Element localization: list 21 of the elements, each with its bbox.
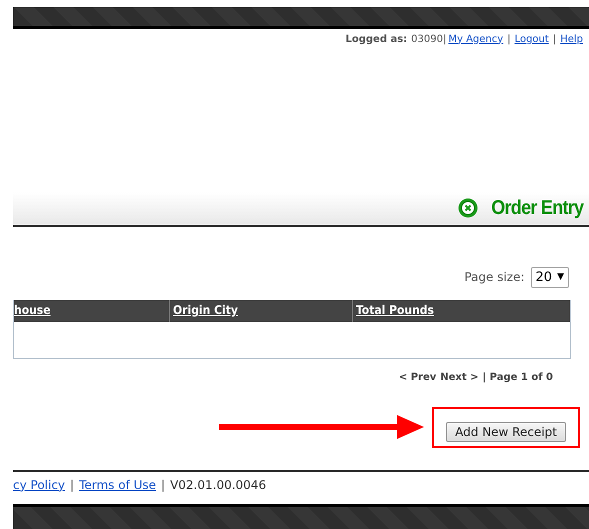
- pager-link[interactable]: < Prev: [398, 372, 436, 383]
- account-link[interactable]: Logout: [514, 34, 549, 45]
- add-receipt-button[interactable]: Add New Receipt: [446, 422, 566, 442]
- page-title: Order Entry: [490, 196, 583, 220]
- page-size-label: Page size:: [464, 270, 525, 284]
- separator: |: [507, 34, 511, 45]
- footer-link[interactable]: cy Policy: [13, 478, 66, 492]
- page-size-select[interactable]: 20 ▼: [530, 266, 569, 288]
- footer-link[interactable]: Terms of Use: [79, 478, 156, 492]
- close-circle-icon: [458, 198, 478, 218]
- pager-link[interactable]: Next >: [440, 372, 479, 383]
- column-header[interactable]: house: [14, 300, 169, 322]
- separator: |: [552, 34, 556, 45]
- page-indicator: | Page 1 of 0: [482, 372, 553, 383]
- separator: |: [161, 478, 166, 492]
- account-link[interactable]: Help: [560, 34, 583, 45]
- separator: |: [70, 478, 74, 492]
- version-text: V02.01.00.0046: [170, 478, 266, 492]
- user-id: 03090|: [411, 34, 446, 45]
- account-link[interactable]: My Agency: [448, 34, 504, 45]
- logged-as-label: Logged as:: [345, 34, 408, 45]
